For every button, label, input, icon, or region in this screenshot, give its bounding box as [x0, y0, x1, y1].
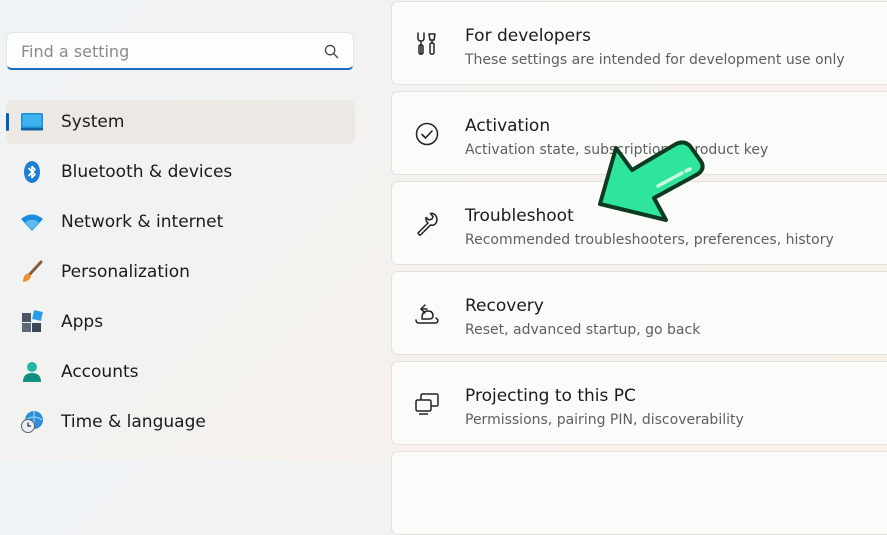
card-for-developers[interactable]: For developers These settings are intend… — [391, 1, 887, 85]
sidebar-item-time-language[interactable]: Time & language — [6, 400, 355, 444]
card-subtitle: Reset, advanced startup, go back — [465, 322, 701, 338]
account-icon — [23, 362, 41, 382]
developer-tools-icon — [417, 32, 436, 55]
sidebar-item-label: Apps — [61, 312, 104, 332]
system-monitor-icon — [21, 113, 43, 131]
card-subtitle: Recommended troubleshooters, preferences… — [465, 232, 834, 248]
wrench-icon — [417, 212, 438, 236]
card-recovery[interactable]: Recovery Reset, advanced startup, go bac… — [391, 271, 887, 355]
sidebar-item-label: Network & internet — [61, 212, 224, 232]
sidebar-item-label: System — [61, 112, 125, 132]
time-language-icon — [21, 411, 43, 433]
card-title: Activation — [465, 116, 551, 136]
arrow-pointer-icon — [598, 140, 705, 222]
wifi-icon — [21, 214, 43, 231]
card-title: Troubleshoot — [465, 206, 574, 226]
recovery-icon — [415, 304, 439, 324]
card-subtitle: These settings are intended for developm… — [465, 52, 845, 68]
projecting-icon — [415, 393, 439, 415]
sidebar-item-personalization[interactable]: Personalization — [6, 250, 355, 294]
sidebar-item-label: Personalization — [61, 262, 190, 282]
selection-indicator — [6, 113, 9, 131]
card-title: For developers — [465, 26, 591, 46]
search-icon — [324, 44, 339, 59]
sidebar-item-apps[interactable]: Apps — [6, 300, 355, 344]
card-projecting[interactable]: Projecting to this PC Permissions, pairi… — [391, 361, 887, 445]
paintbrush-icon — [23, 260, 43, 282]
bluetooth-icon — [24, 161, 40, 183]
sidebar-item-accounts[interactable]: Accounts — [6, 350, 355, 394]
checkmark-circle-icon — [415, 122, 439, 146]
sidebar-item-label: Accounts — [61, 362, 139, 382]
apps-icon — [22, 310, 43, 332]
sidebar-item-bluetooth[interactable]: Bluetooth & devices — [6, 150, 355, 194]
card-title: Recovery — [465, 296, 544, 316]
card-title: Projecting to this PC — [465, 386, 636, 406]
sidebar-item-network[interactable]: Network & internet — [6, 200, 355, 244]
sidebar-item-label: Bluetooth & devices — [61, 162, 233, 182]
search-box[interactable]: Find a setting — [6, 32, 354, 70]
sidebar-item-system[interactable]: System — [6, 100, 355, 144]
sidebar-item-label: Time & language — [61, 412, 206, 432]
card-subtitle: Permissions, pairing PIN, discoverabilit… — [465, 412, 744, 428]
card-partial[interactable] — [391, 451, 887, 535]
search-input[interactable]: Find a setting — [21, 42, 129, 61]
